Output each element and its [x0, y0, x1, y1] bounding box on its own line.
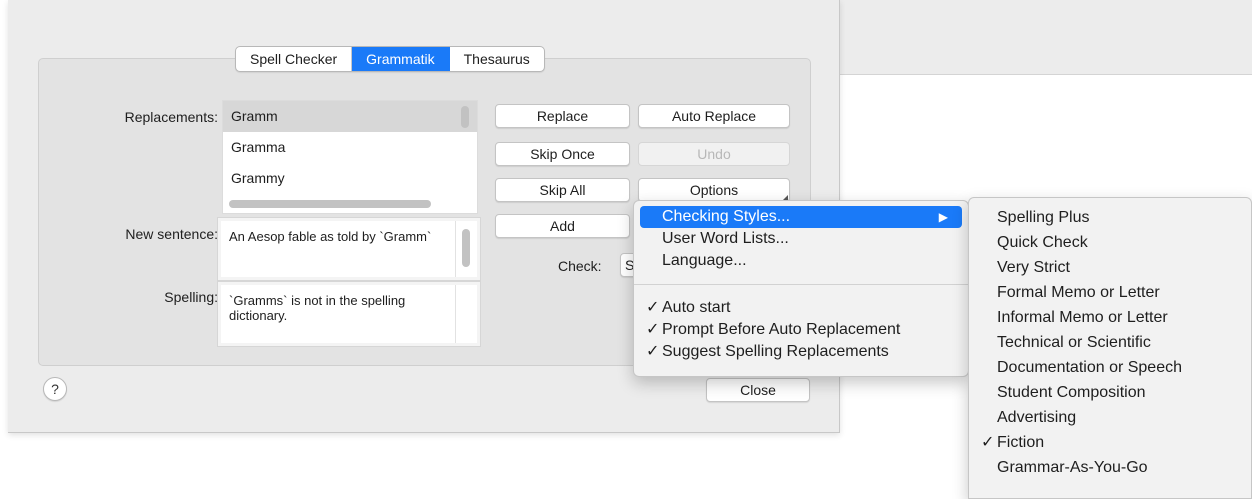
- new-sentence-text: An Aesop fable as told by `Gramm`: [229, 229, 432, 244]
- style-formal-memo-or-letter[interactable]: Formal Memo or Letter: [975, 282, 1245, 304]
- style-advertising[interactable]: Advertising: [975, 407, 1245, 429]
- tab-thesaurus[interactable]: Thesaurus: [450, 47, 544, 71]
- list-item-gramma[interactable]: Gramma: [223, 132, 477, 163]
- menu-item-user-word-lists[interactable]: User Word Lists...: [640, 228, 962, 250]
- style-student-composition[interactable]: Student Composition: [975, 382, 1245, 404]
- menu-item-auto-start[interactable]: ✓ Auto start: [640, 297, 962, 319]
- tab-spell-checker[interactable]: Spell Checker: [236, 47, 353, 71]
- menu-item-language[interactable]: Language...: [640, 250, 962, 272]
- style-grammar-as-you-go[interactable]: Grammar-As-You-Go: [975, 457, 1245, 479]
- new-sentence-label: New sentence:: [125, 226, 218, 242]
- menu-item-prompt-before-auto-replacement[interactable]: ✓ Prompt Before Auto Replacement: [640, 319, 962, 341]
- replace-button[interactable]: Replace: [495, 104, 630, 128]
- close-button[interactable]: Close: [706, 378, 810, 402]
- check-icon: ✓: [981, 434, 995, 451]
- style-documentation-or-speech[interactable]: Documentation or Speech: [975, 357, 1245, 379]
- skip-all-button[interactable]: Skip All: [495, 178, 630, 202]
- new-sentence-box[interactable]: An Aesop fable as told by `Gramm`: [217, 217, 481, 281]
- list-item-grammy[interactable]: Grammy: [223, 163, 477, 194]
- spelling-scroll-track: [455, 285, 477, 343]
- style-fiction-label: Fiction: [997, 434, 1045, 451]
- help-button[interactable]: ?: [43, 377, 67, 401]
- check-icon: ✓: [646, 299, 660, 316]
- checking-styles-submenu: Spelling Plus Quick Check Very Strict Fo…: [968, 197, 1252, 499]
- menu-item-auto-start-label: Auto start: [662, 299, 731, 316]
- spelling-box: `Gramms` is not in the spelling dictiona…: [217, 281, 481, 347]
- replacements-list[interactable]: Gramm Gramma Grammy: [222, 100, 478, 214]
- submenu-arrow-icon: ▶: [938, 210, 948, 224]
- auto-replace-button[interactable]: Auto Replace: [638, 104, 790, 128]
- skip-once-button[interactable]: Skip Once: [495, 142, 630, 166]
- menu-item-suggest-spelling-replacements[interactable]: ✓ Suggest Spelling Replacements: [640, 341, 962, 363]
- style-informal-memo-or-letter[interactable]: Informal Memo or Letter: [975, 307, 1245, 329]
- add-button[interactable]: Add: [495, 214, 630, 238]
- options-menu: Checking Styles... ▶ User Word Lists... …: [633, 200, 969, 377]
- check-label: Check:: [558, 258, 602, 274]
- spelling-message: `Gramms` is not in the spelling dictiona…: [229, 293, 406, 323]
- replacements-vertical-scrollbar[interactable]: [461, 106, 469, 128]
- style-technical-or-scientific[interactable]: Technical or Scientific: [975, 332, 1245, 354]
- spelling-label: Spelling:: [164, 289, 218, 305]
- list-item-gramm[interactable]: Gramm: [223, 101, 477, 132]
- menu-item-checking-styles[interactable]: Checking Styles... ▶: [640, 206, 962, 228]
- options-button[interactable]: Options: [638, 178, 790, 202]
- style-very-strict[interactable]: Very Strict: [975, 257, 1245, 279]
- undo-button[interactable]: Undo: [638, 142, 790, 166]
- background-toolbar-strip: [839, 0, 1252, 74]
- style-quick-check[interactable]: Quick Check: [975, 232, 1245, 254]
- menu-separator: [634, 284, 968, 285]
- check-icon: ✓: [646, 321, 660, 338]
- options-button-label: Options: [689, 182, 739, 198]
- style-spelling-plus[interactable]: Spelling Plus: [975, 207, 1245, 229]
- background-toolbar-divider: [839, 74, 1252, 75]
- tab-grammatik[interactable]: Grammatik: [352, 47, 450, 71]
- menu-item-prompt-label: Prompt Before Auto Replacement: [662, 321, 901, 338]
- menu-item-checking-styles-label: Checking Styles...: [662, 208, 791, 225]
- new-sentence-scrollbar[interactable]: [462, 229, 470, 267]
- replacements-horizontal-scrollbar[interactable]: [229, 200, 431, 208]
- check-icon: ✓: [646, 343, 660, 360]
- tab-bar: Spell Checker Grammatik Thesaurus: [235, 46, 545, 72]
- replacements-label: Replacements:: [124, 109, 218, 125]
- menu-item-suggest-label: Suggest Spelling Replacements: [662, 343, 889, 360]
- style-fiction[interactable]: ✓ Fiction: [975, 432, 1245, 454]
